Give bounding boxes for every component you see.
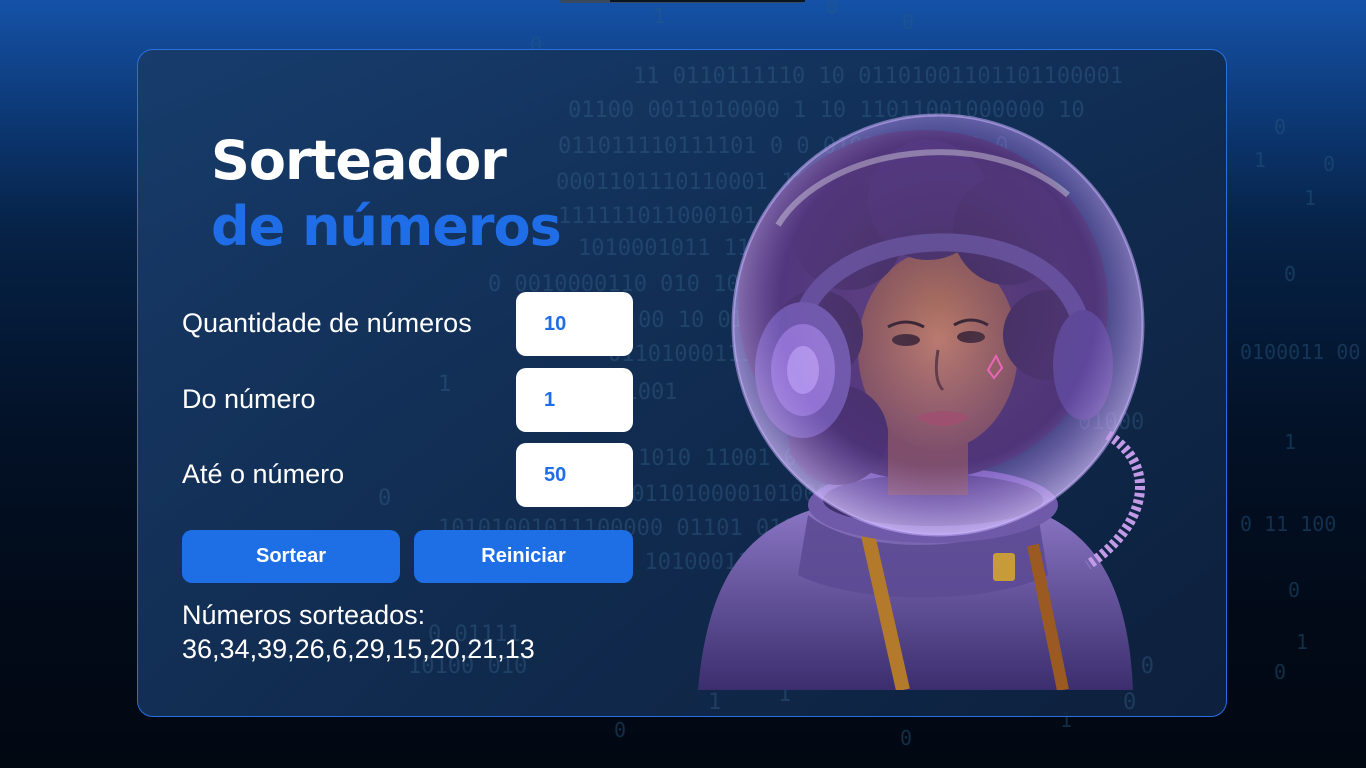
quantity-label: Quantidade de números xyxy=(182,308,472,338)
page-title-line1: Sorteador xyxy=(211,129,507,192)
drawn-numbers-label: Números sorteados: xyxy=(182,600,426,630)
top-tab-indicator xyxy=(560,0,805,3)
quantity-input[interactable] xyxy=(516,292,633,356)
astronaut-girl-illustration xyxy=(698,113,1145,690)
from-number-input[interactable] xyxy=(516,368,633,432)
drawn-numbers-values: 36,34,39,26,6,29,15,20,21,13 xyxy=(182,634,535,664)
main-card: 11 0110111110 10 01101001101101100001 01… xyxy=(137,49,1227,717)
to-number-input[interactable] xyxy=(516,443,633,507)
page-title-line2: de números xyxy=(211,195,562,258)
to-number-label: Até o número xyxy=(182,459,345,489)
reset-button[interactable]: Reiniciar xyxy=(414,530,633,583)
from-number-label: Do número xyxy=(182,384,316,414)
draw-button[interactable]: Sortear xyxy=(182,530,400,583)
